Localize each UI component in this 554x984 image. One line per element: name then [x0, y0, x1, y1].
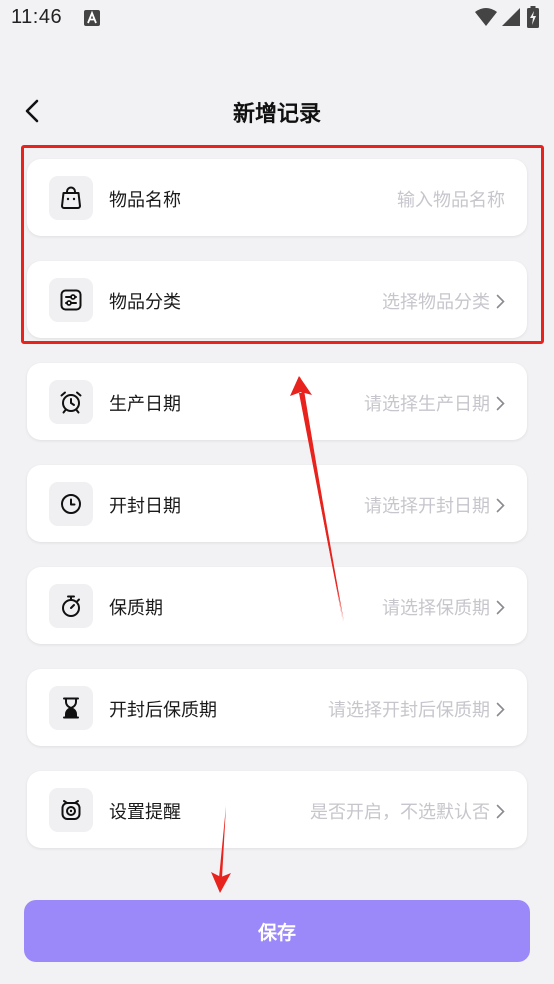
annotation-arrow-down-head	[211, 872, 231, 893]
a-notification-icon	[84, 10, 100, 26]
field-icon-container	[49, 788, 93, 832]
alarm-clock-icon	[60, 391, 82, 414]
field-selector[interactable]: 请选择开封日期	[364, 492, 505, 518]
field-item-shelf-life-after-opening[interactable]: 开封后保质期 请选择开封后保质期	[27, 669, 527, 746]
battery-charging-icon	[527, 6, 539, 28]
field-label: 生产日期	[109, 394, 181, 415]
page-title: 新增记录	[232, 102, 321, 127]
field-icon-container	[49, 482, 93, 526]
field-label: 保质期	[109, 598, 163, 619]
field-icon-container	[49, 176, 93, 220]
field-selector[interactable]: 请选择开封后保质期	[328, 696, 505, 722]
field-selector[interactable]: 请选择生产日期	[364, 390, 505, 416]
field-icon-container	[49, 584, 93, 628]
field-label: 设置提醒	[109, 802, 181, 823]
header: 新增记录	[0, 86, 554, 136]
form-list: 物品名称 输入物品名称 物品分类 选择物品分类 生产日期 请选择生产日期 开封日…	[27, 159, 527, 873]
status-time: 11:46	[11, 6, 63, 28]
field-item-category[interactable]: 物品分类 选择物品分类	[27, 261, 527, 338]
chevron-right-icon	[496, 804, 505, 818]
sliders-icon	[60, 289, 82, 311]
field-item-production-date[interactable]: 生产日期 请选择生产日期	[27, 363, 527, 440]
field-label: 开封日期	[109, 496, 181, 517]
field-icon-container	[49, 278, 93, 322]
alarm-icon	[61, 800, 81, 820]
chevron-right-icon	[496, 498, 505, 512]
field-label: 物品分类	[109, 292, 181, 313]
status-bar: 11:46	[0, 0, 554, 38]
save-button[interactable]: 保存	[24, 900, 530, 962]
hourglass-icon	[63, 697, 79, 719]
clock-icon	[61, 494, 81, 514]
field-icon-container	[49, 686, 93, 730]
field-item-opening-date[interactable]: 开封日期 请选择开封日期	[27, 465, 527, 542]
field-placeholder: 请选择生产日期	[364, 394, 490, 415]
field-item-shelf-life[interactable]: 保质期 请选择保质期	[27, 567, 527, 644]
field-input[interactable]: 输入物品名称	[397, 186, 505, 212]
field-placeholder: 请选择开封日期	[364, 496, 490, 517]
field-placeholder: 请选择保质期	[382, 598, 490, 619]
field-icon-container	[49, 380, 93, 424]
field-item-name[interactable]: 物品名称 输入物品名称	[27, 159, 527, 236]
field-label: 物品名称	[109, 190, 181, 211]
stopwatch-icon	[62, 595, 80, 617]
field-placeholder: 输入物品名称	[397, 190, 505, 211]
field-placeholder: 请选择开封后保质期	[328, 700, 490, 721]
field-selector[interactable]: 选择物品分类	[382, 288, 505, 314]
chevron-right-icon	[496, 294, 505, 308]
field-selector[interactable]: 是否开启，不选默认否	[310, 798, 505, 824]
field-placeholder: 选择物品分类	[382, 292, 490, 313]
wifi-icon	[475, 8, 497, 26]
field-label: 开封后保质期	[109, 700, 217, 721]
chevron-right-icon	[496, 600, 505, 614]
chevron-right-icon	[496, 702, 505, 716]
field-placeholder: 是否开启，不选默认否	[310, 802, 490, 823]
field-item-reminder[interactable]: 设置提醒 是否开启，不选默认否	[27, 771, 527, 848]
signal-icon	[502, 8, 520, 26]
chevron-right-icon	[496, 396, 505, 410]
bag-icon	[61, 186, 81, 209]
field-selector[interactable]: 请选择保质期	[382, 594, 505, 620]
